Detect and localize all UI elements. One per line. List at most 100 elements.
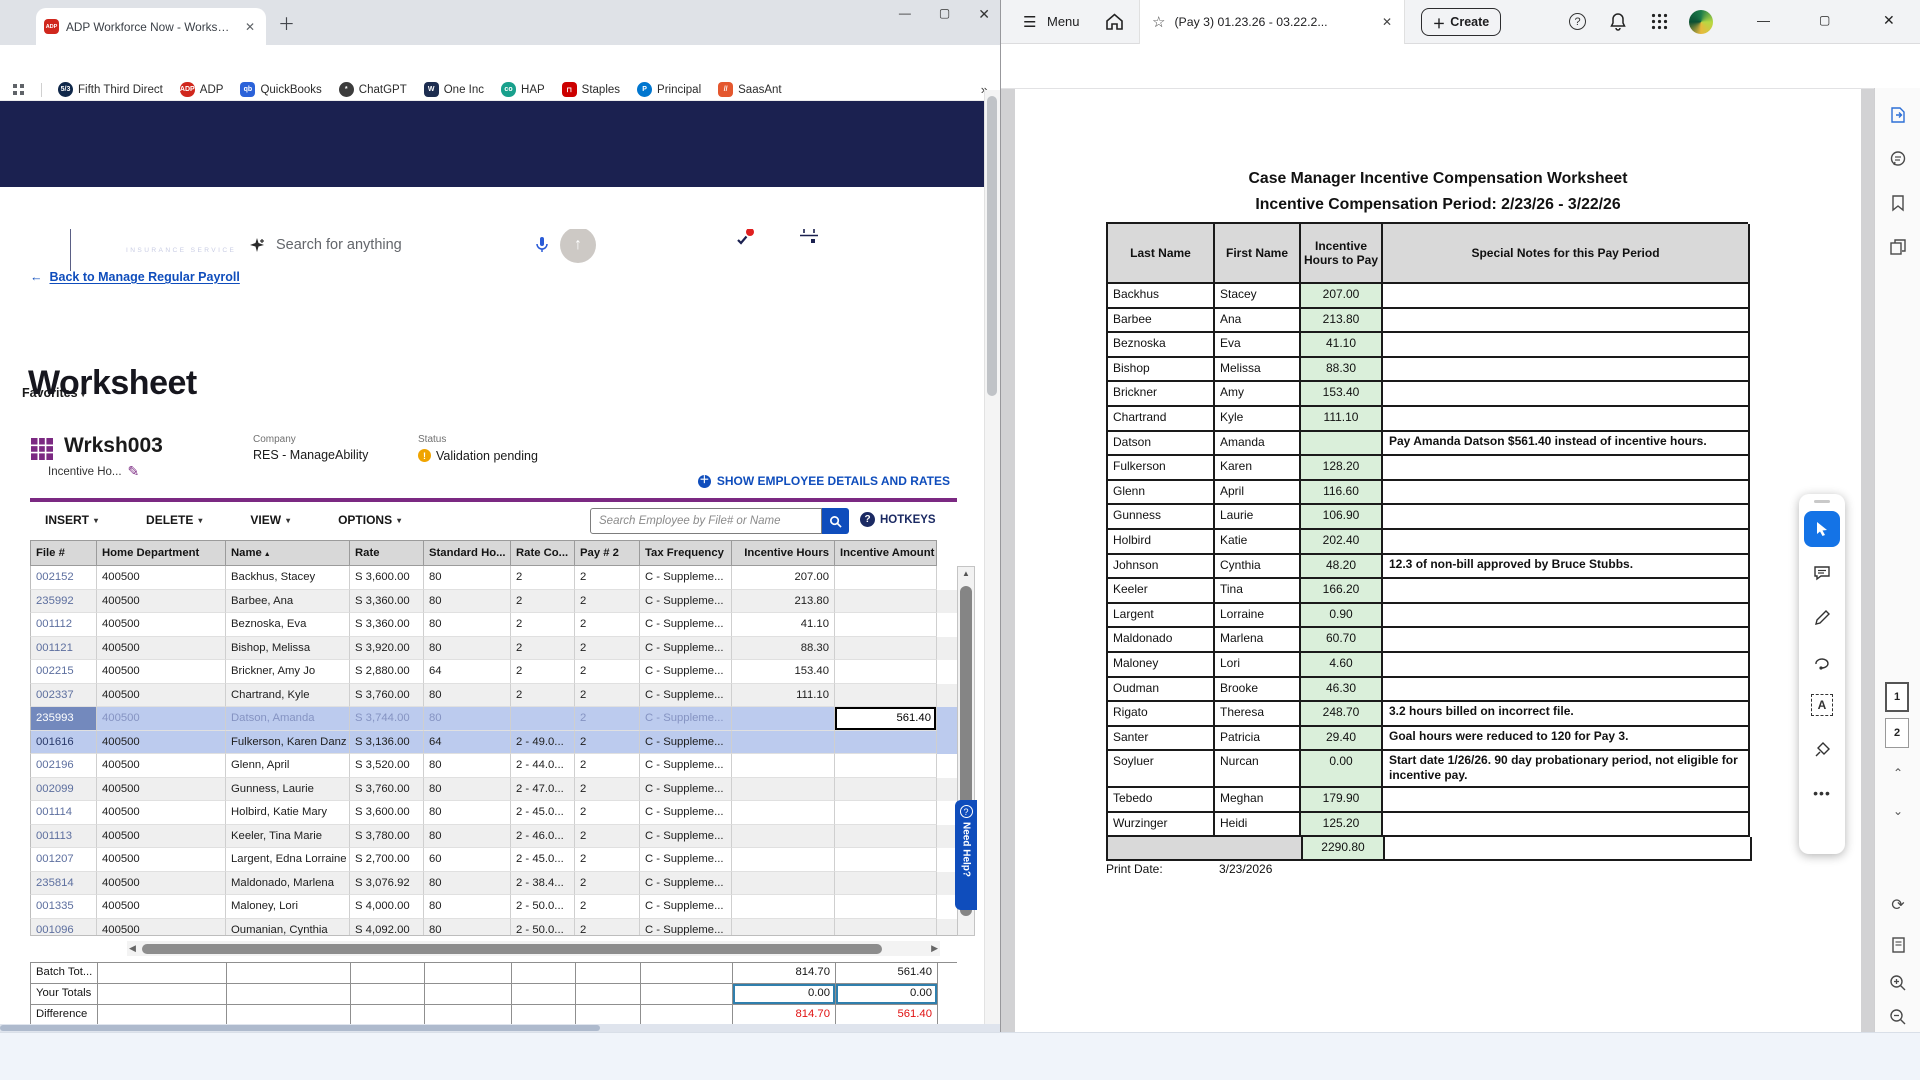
star-icon[interactable]: ☆ — [1152, 13, 1165, 31]
grid-cell-dept[interactable]: 400500 — [97, 871, 226, 895]
grid-cell-rate[interactable]: S 3,520.00 — [350, 754, 424, 778]
need-help-tab[interactable]: ? Need Help? — [955, 800, 977, 910]
grid-col-header[interactable]: Incentive Amount — [835, 540, 937, 566]
minimize-icon[interactable]: — — [899, 6, 911, 23]
grid-cell-rate[interactable]: S 3,920.00 — [350, 636, 424, 660]
file-number-link[interactable]: 001335 — [30, 895, 97, 919]
grid-cell-dept[interactable]: 400500 — [97, 636, 226, 660]
grid-cell-tax[interactable]: C - Suppleme... — [640, 566, 732, 590]
grid-cell-name[interactable]: Maldonado, Marlena — [226, 871, 350, 895]
grid-cell-hours[interactable]: 88.30 — [732, 636, 835, 660]
table-row[interactable]: 001114 400500 Holbird, Katie Mary S 3,600.0… — [30, 801, 957, 825]
comments-icon[interactable] — [1887, 148, 1909, 170]
table-row[interactable]: 001113 400500 Keeler, Tina Marie S 3,780.00… — [30, 824, 957, 848]
close-icon[interactable]: ✕ — [1883, 12, 1895, 29]
grid-cell-rate_co[interactable]: 2 - 45.0... — [511, 801, 575, 825]
file-number-link[interactable]: 001616 — [30, 730, 97, 754]
hamburger-menu-icon[interactable]: ☰ — [1023, 13, 1036, 31]
file-number-link[interactable]: 002196 — [30, 754, 97, 778]
grid-cell-rate[interactable]: S 3,076.92 — [350, 871, 424, 895]
grid-search-button[interactable] — [822, 508, 849, 534]
grid-cell-rate[interactable]: S 3,360.00 — [350, 613, 424, 637]
grid-cell-std[interactable]: 80 — [424, 683, 511, 707]
grid-cell-amount[interactable] — [835, 754, 937, 778]
edit-pencil-icon[interactable]: ✎ — [128, 463, 140, 480]
create-button[interactable]: ＋ Create — [1421, 8, 1501, 36]
adp-nav-calendar[interactable]: Calendar — [778, 227, 840, 269]
grid-cell-tax[interactable]: C - Suppleme... — [640, 777, 732, 801]
grid-cell-std[interactable]: 80 — [424, 871, 511, 895]
grid-cell-name[interactable]: Holbird, Katie Mary — [226, 801, 350, 825]
grid-cell-rate[interactable]: S 4,000.00 — [350, 895, 424, 919]
select-tool-button[interactable] — [1804, 511, 1840, 547]
grid-cell-dept[interactable]: 400500 — [97, 801, 226, 825]
grid-cell-name[interactable]: Beznoska, Eva — [226, 613, 350, 637]
zoom-out-icon[interactable] — [1887, 1006, 1909, 1028]
grid-cell-std[interactable]: 80 — [424, 824, 511, 848]
grid-cell-pay2[interactable]: 2 — [575, 824, 640, 848]
grid-cell-pay2[interactable]: 2 — [575, 895, 640, 919]
grid-cell-dept[interactable]: 400500 — [97, 777, 226, 801]
grid-cell-pay2[interactable]: 2 — [575, 801, 640, 825]
adp-search-bar[interactable]: Search for anything ↑ — [233, 223, 601, 267]
grid-cell-tax[interactable]: C - Suppleme... — [640, 895, 732, 919]
grid-cell-amount[interactable]: 561.40 — [835, 707, 937, 731]
bookmarks-panel-icon[interactable] — [1887, 192, 1909, 214]
grid-cell-std[interactable]: 80 — [424, 777, 511, 801]
grid-cell-dept[interactable]: 400500 — [97, 895, 226, 919]
grid-col-header[interactable]: Tax Frequency — [640, 540, 732, 566]
menu-label[interactable]: Menu — [1047, 14, 1080, 29]
grid-cell-rate[interactable]: S 2,880.00 — [350, 660, 424, 684]
hotkeys-button[interactable]: ? HOTKEYS — [860, 512, 936, 527]
grid-cell-name[interactable]: Oumanian, Cynthia — [226, 918, 350, 935]
tab-close-icon[interactable]: ✕ — [1382, 15, 1392, 29]
grid-cell-dept[interactable]: 400500 — [97, 589, 226, 613]
grid-col-header[interactable]: File # — [30, 540, 97, 566]
add-text-tool-button[interactable]: A — [1804, 687, 1840, 723]
grid-cell-pay2[interactable]: 2 — [575, 730, 640, 754]
file-number-link[interactable]: 002337 — [30, 683, 97, 707]
grid-cell-amount[interactable] — [835, 824, 937, 848]
close-icon[interactable]: ✕ — [978, 6, 990, 23]
grid-cell-tax[interactable]: C - Suppleme... — [640, 589, 732, 613]
microphone-icon[interactable] — [534, 236, 550, 254]
grid-cell-rate_co[interactable]: 2 — [511, 589, 575, 613]
comment-tool-button[interactable] — [1804, 555, 1840, 591]
table-row[interactable]: 001112 400500 Beznoska, Eva S 3,360.00 80 2 2 C… — [30, 613, 957, 637]
grid-cell-rate[interactable]: S 3,760.00 — [350, 777, 424, 801]
grid-cell-hours[interactable] — [732, 848, 835, 872]
grid-cell-hours[interactable] — [732, 707, 835, 731]
grid-cell-pay2[interactable]: 2 — [575, 613, 640, 637]
grid-cell-std[interactable]: 80 — [424, 918, 511, 935]
grid-cell-amount[interactable] — [835, 848, 937, 872]
grid-cell-pay2[interactable]: 2 — [575, 589, 640, 613]
bookmark-item[interactable]: P Principal — [637, 82, 701, 97]
grid-cell-pay2[interactable]: 2 — [575, 871, 640, 895]
grid-cell-amount[interactable] — [835, 730, 937, 754]
grid-col-header[interactable]: Incentive Hours — [732, 540, 835, 566]
grid-col-header[interactable]: Home Department — [97, 540, 226, 566]
grid-cell-std[interactable]: 80 — [424, 754, 511, 778]
grid-cell-name[interactable]: Backhus, Stacey — [226, 566, 350, 590]
table-row[interactable]: 002099 400500 Gunness, Laurie S 3,760.00 80 2… — [30, 777, 957, 801]
grid-cell-rate_co[interactable]: 2 — [511, 566, 575, 590]
grid-cell-std[interactable]: 80 — [424, 801, 511, 825]
grid-cell-name[interactable]: Keeler, Tina Marie — [226, 824, 350, 848]
menu-view[interactable]: VIEW ▾ — [250, 513, 290, 527]
grid-cell-tax[interactable]: C - Suppleme... — [640, 707, 732, 731]
more-tools-button[interactable]: ••• — [1804, 775, 1840, 811]
file-number-link[interactable]: 001113 — [30, 824, 97, 848]
grid-cell-amount[interactable] — [835, 918, 937, 935]
grid-cell-name[interactable]: Bishop, Melissa — [226, 636, 350, 660]
adp-nav-things-to-do[interactable]: Things to Do — [712, 227, 774, 271]
grid-cell-dept[interactable]: 400500 — [97, 918, 226, 935]
scroll-left-icon[interactable]: ◀ — [129, 943, 136, 954]
bookmark-item[interactable]: ⊓ Staples — [561, 82, 620, 97]
grid-cell-std[interactable]: 80 — [424, 636, 511, 660]
grid-cell-name[interactable]: Largent, Edna Lorraine — [226, 848, 350, 872]
grid-cell-dept[interactable]: 400500 — [97, 566, 226, 590]
grid-col-header[interactable]: Pay # 2 — [575, 540, 640, 566]
grid-cell-amount[interactable] — [835, 660, 937, 684]
grid-cell-hours[interactable] — [732, 730, 835, 754]
grid-cell-hours[interactable] — [732, 871, 835, 895]
